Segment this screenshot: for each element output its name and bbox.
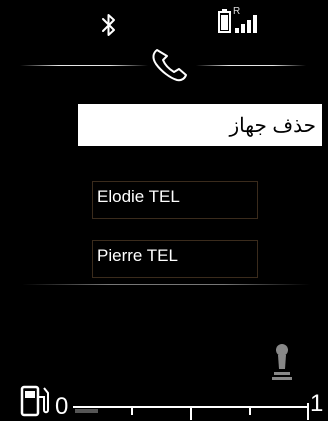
footer-divider <box>22 284 310 285</box>
fuel-gauge-max-label: 1 <box>310 390 324 417</box>
header-divider-left <box>20 65 148 66</box>
bluetooth-icon <box>102 14 115 36</box>
battery-icon <box>218 9 231 33</box>
fuel-gauge <box>73 403 309 420</box>
device-item-pierre[interactable]: Pierre TEL <box>92 240 258 278</box>
fuel-gauge-ticks <box>131 403 309 420</box>
fuel-gauge-level <box>75 409 98 413</box>
seat-adjust-icon <box>272 344 292 380</box>
device-label: Pierre TEL <box>97 246 178 265</box>
phone-handset-icon <box>152 49 187 82</box>
signal-strength-icon <box>235 15 257 33</box>
menu-item-label: حذف جهاز <box>229 114 316 137</box>
fuel-pump-icon <box>20 385 49 417</box>
status-bar: R <box>0 0 328 40</box>
header-divider-right <box>196 65 306 66</box>
menu-item-delete-device[interactable]: حذف جهاز <box>78 104 322 146</box>
device-label: Elodie TEL <box>97 187 180 206</box>
device-item-elodie[interactable]: Elodie TEL <box>92 181 258 219</box>
fuel-gauge-min-label: 0 <box>55 393 69 420</box>
